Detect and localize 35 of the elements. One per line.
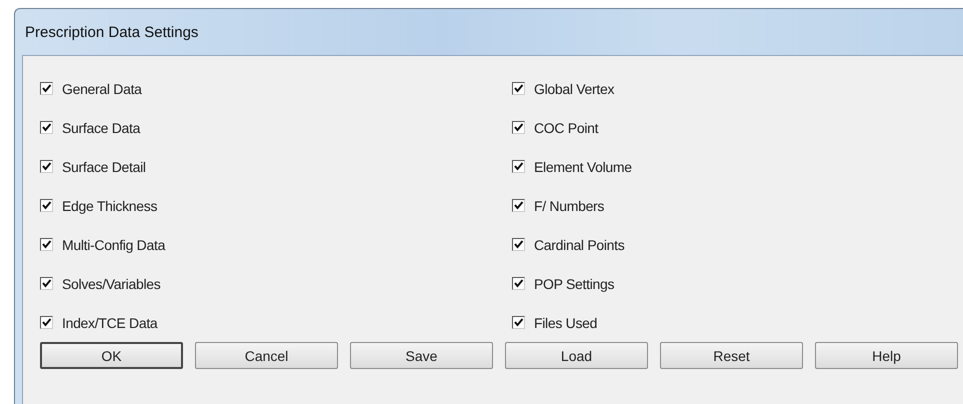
checkbox[interactable] (40, 121, 53, 134)
checkbox[interactable] (40, 82, 53, 95)
option-label: Cardinal Points (534, 236, 624, 252)
option-label: Element Volume (534, 158, 632, 174)
option-label: Multi-Config Data (62, 236, 166, 252)
checkbox[interactable] (40, 199, 53, 212)
option-label: Surface Detail (62, 158, 146, 174)
window-title: Prescription Data Settings (24, 22, 200, 42)
checkbox[interactable] (40, 277, 53, 290)
checkbox[interactable] (512, 82, 525, 95)
option-label: Solves/Variables (62, 276, 160, 292)
checkbox[interactable] (512, 238, 525, 251)
dialog-button[interactable]: Load (505, 342, 648, 369)
checkbox[interactable] (512, 316, 525, 329)
dialog-button[interactable]: OK (40, 342, 183, 369)
checkbox[interactable] (40, 238, 53, 251)
option-label: Edge Thickness (62, 198, 158, 214)
checkbox[interactable] (512, 277, 525, 290)
option-label: POP Settings (534, 276, 614, 292)
option-label: COC Point (534, 120, 598, 136)
dialog-button[interactable]: Reset (660, 342, 803, 369)
option-label: F/ Numbers (534, 198, 604, 214)
checkbox[interactable] (512, 160, 525, 173)
option-label: Global Vertex (534, 80, 614, 96)
dialog-button[interactable]: Save (350, 342, 493, 369)
checkbox[interactable] (512, 199, 525, 212)
option-label: Files Used (534, 314, 598, 330)
option-label: Index/TCE Data (62, 314, 158, 330)
dialog-button[interactable]: Help (815, 342, 958, 369)
option-label: Surface Data (62, 120, 140, 136)
checkbox[interactable] (512, 121, 525, 134)
checkbox[interactable] (40, 316, 53, 329)
checkbox[interactable] (40, 160, 53, 173)
dialog-button[interactable]: Cancel (195, 342, 338, 369)
option-label: General Data (62, 80, 142, 96)
